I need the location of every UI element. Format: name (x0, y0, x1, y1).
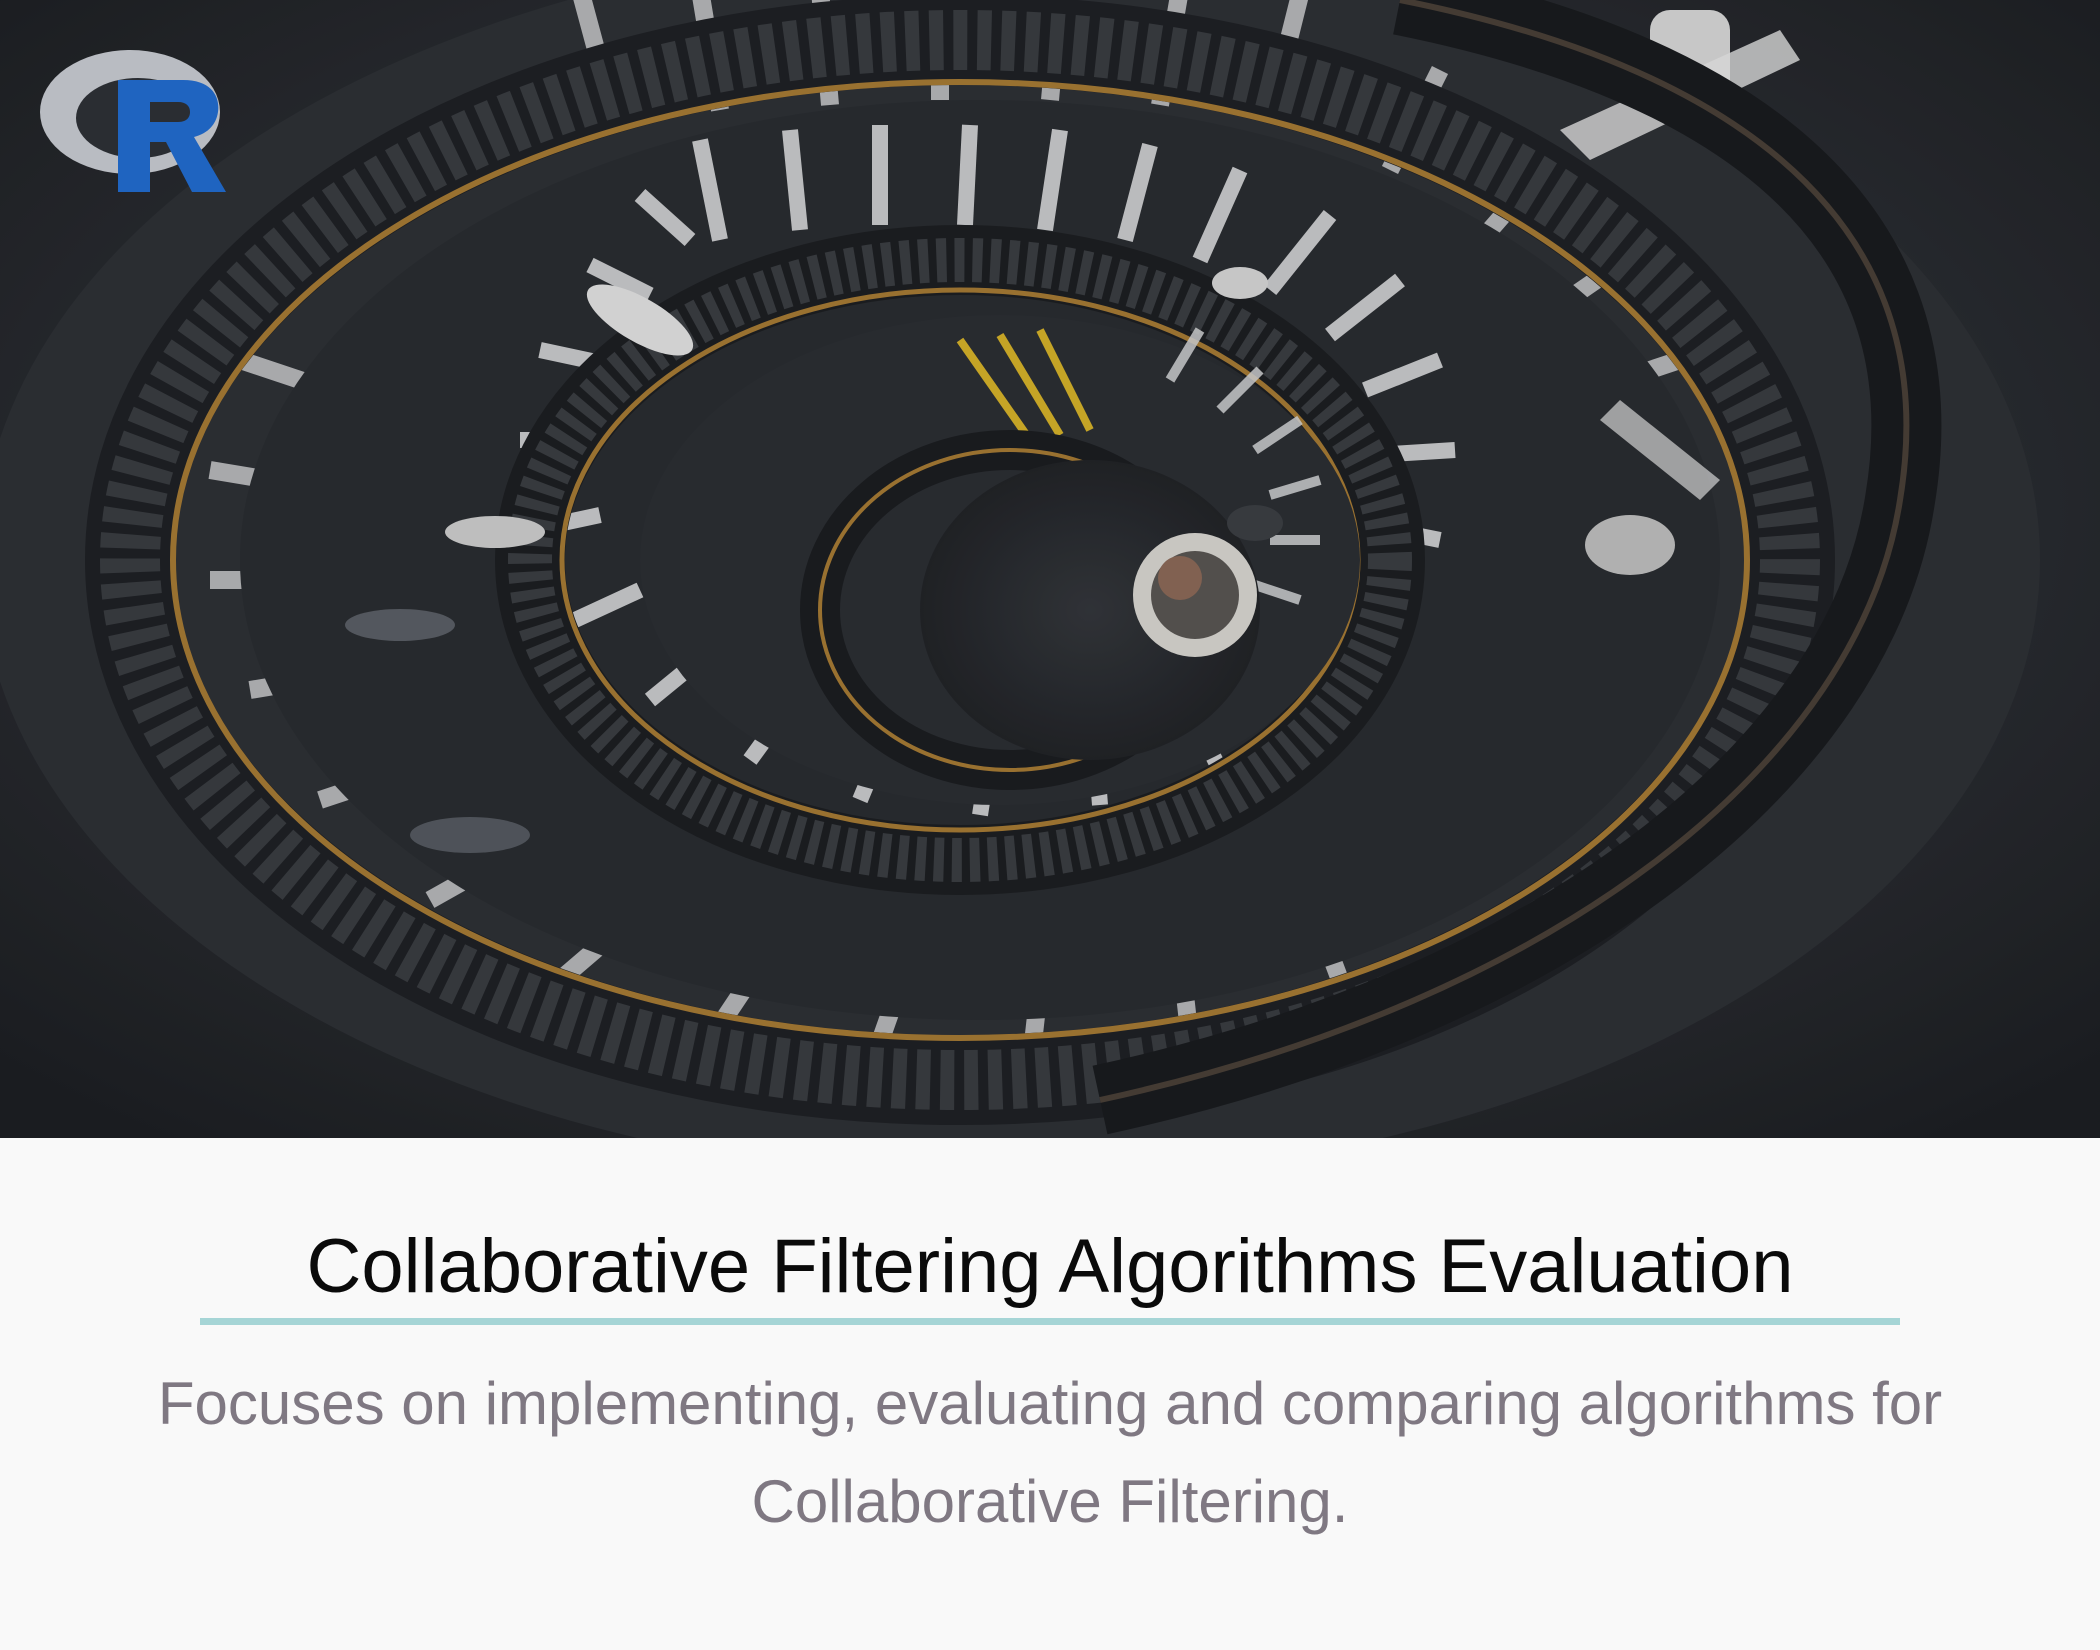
page-subtitle: Focuses on implementing, evaluating and … (157, 1370, 1943, 1535)
spiral-staircase-illustration (0, 0, 2100, 1138)
hero-image (0, 0, 2100, 1138)
page-title: Collaborative Filtering Algorithms Evalu… (306, 1224, 1794, 1309)
title-underline (200, 1318, 1900, 1325)
r-logo (40, 50, 226, 192)
